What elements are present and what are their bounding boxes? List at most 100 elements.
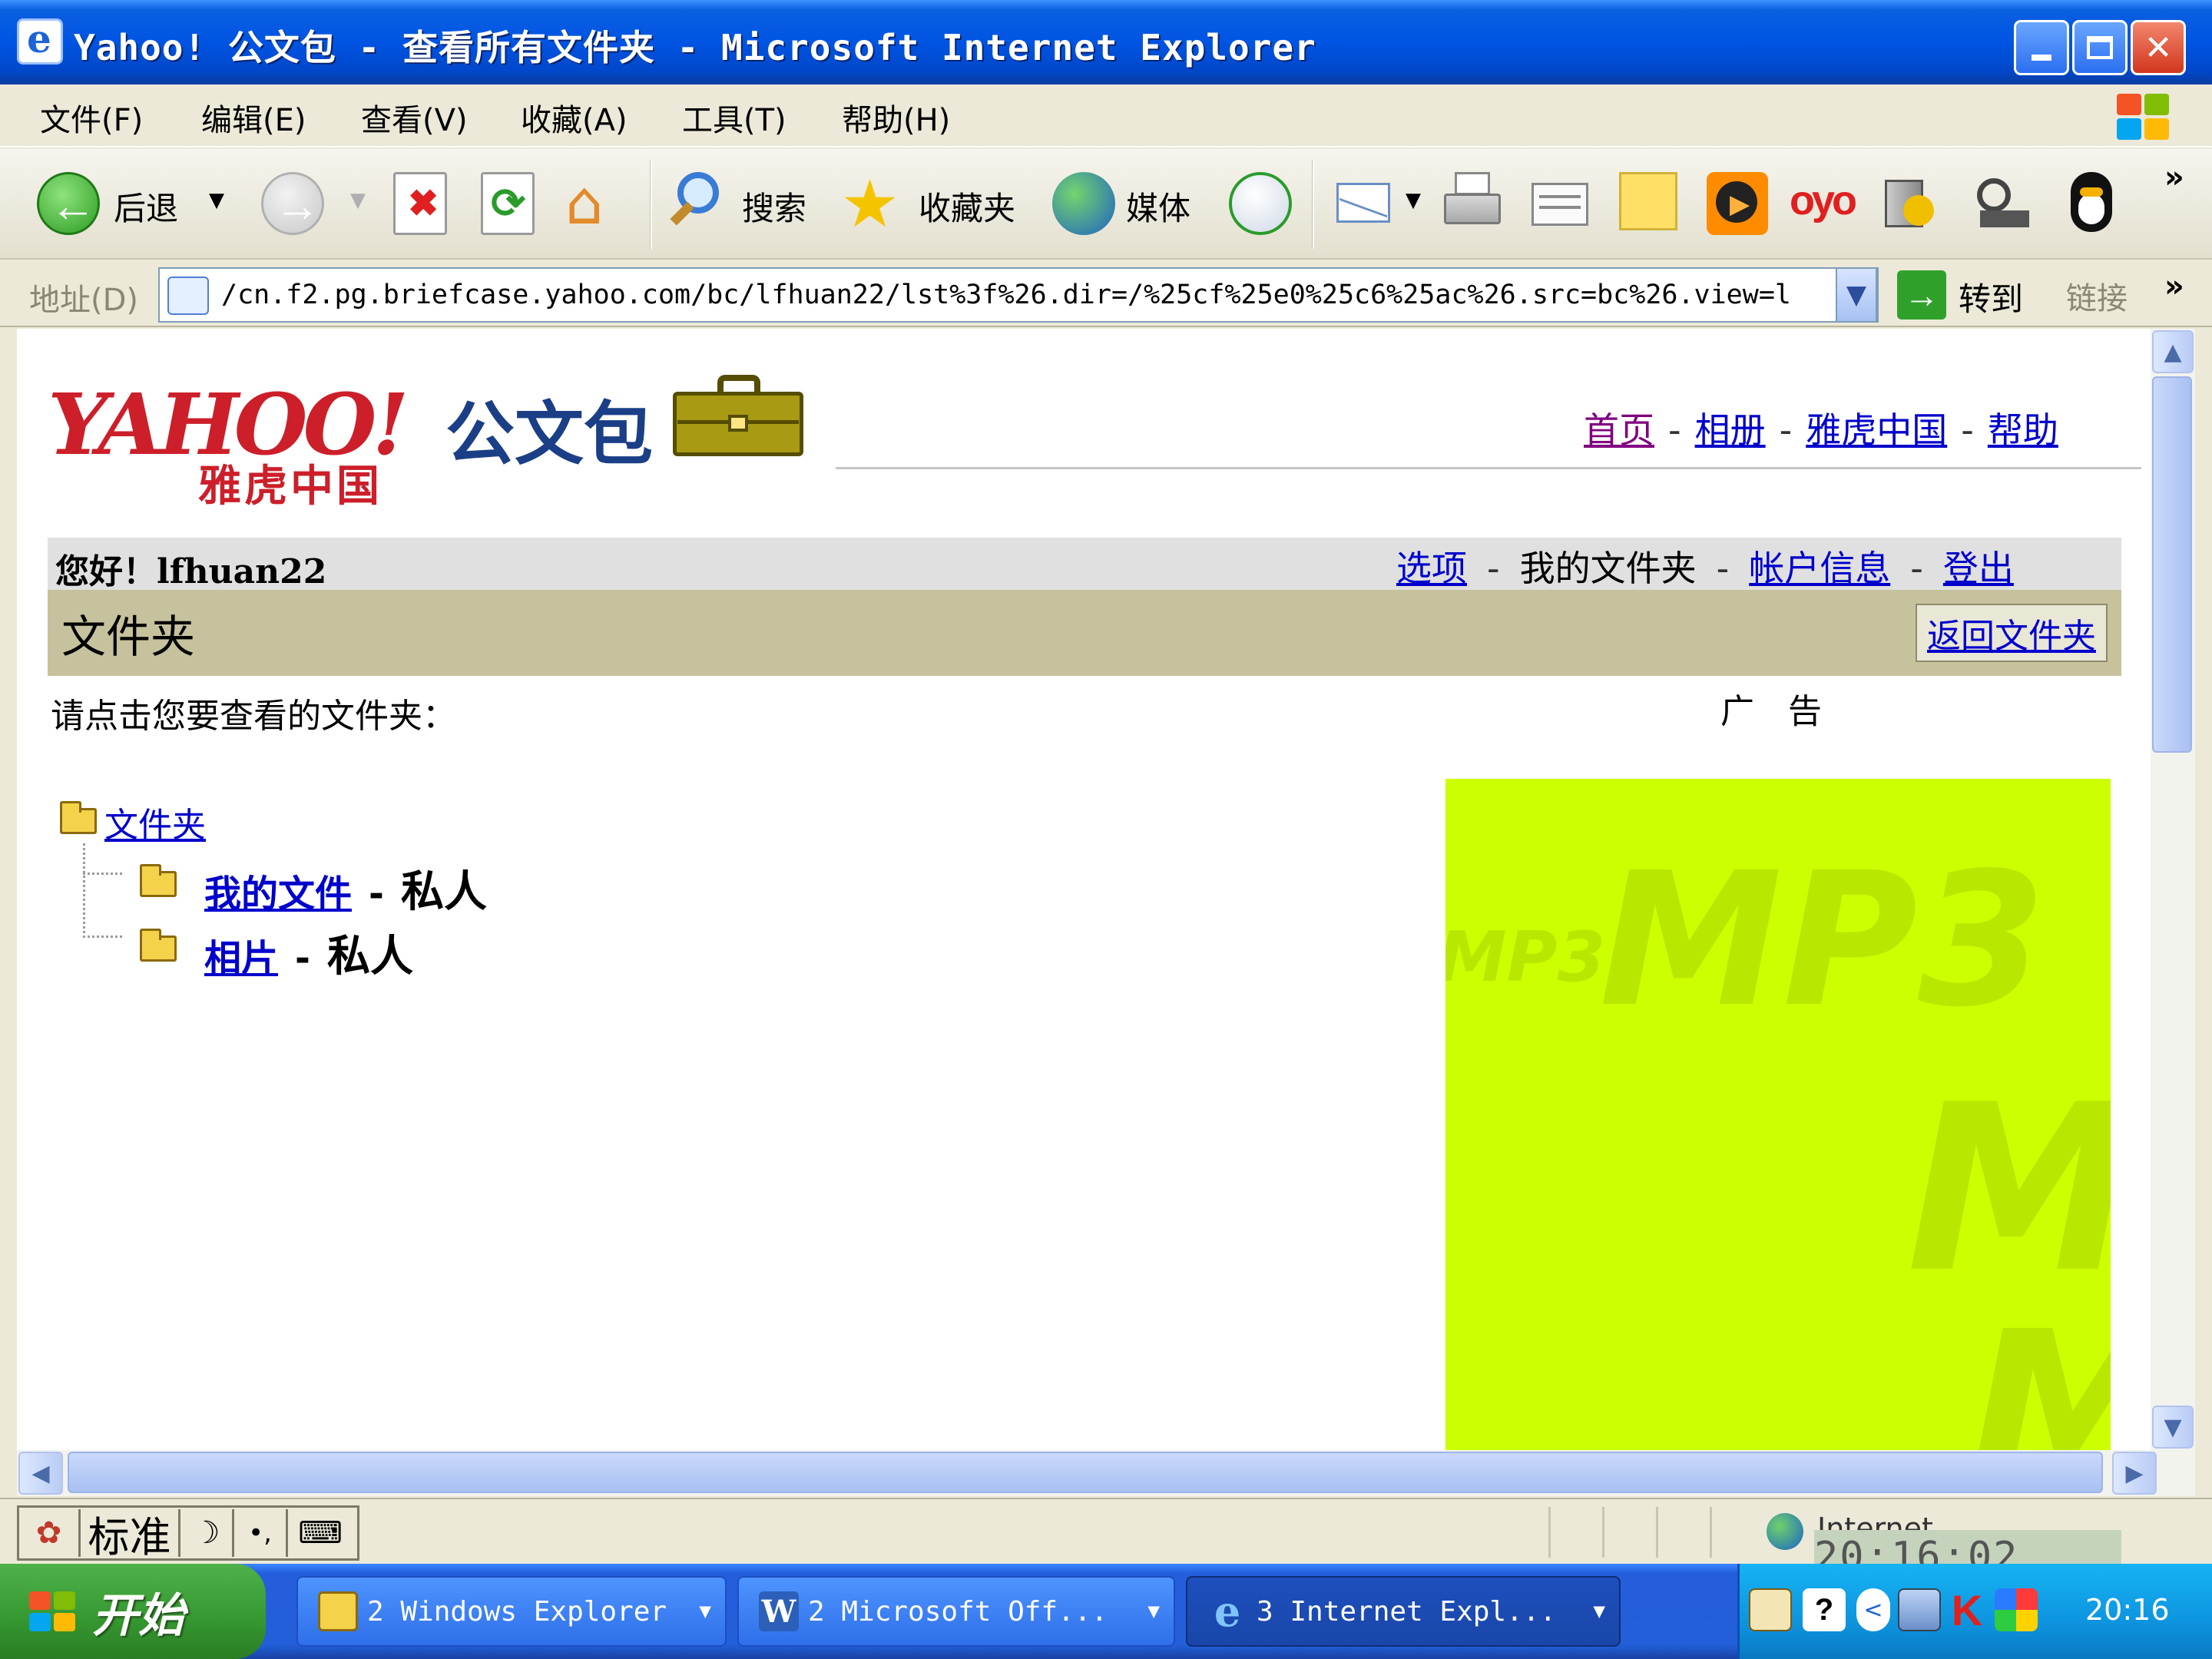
nav-photos-link[interactable]: 相册	[1695, 409, 1766, 451]
nav-help-link[interactable]: 帮助	[1988, 409, 2058, 451]
start-button[interactable]: 开始	[0, 1564, 266, 1659]
close-button[interactable]: ✕	[2131, 20, 2186, 75]
back-label[interactable]: 后退	[114, 183, 178, 230]
nav-home-link[interactable]: 首页	[1584, 409, 1654, 451]
ime-punctuation-icon[interactable]: •,	[234, 1509, 288, 1557]
edit-icon[interactable]	[1528, 172, 1591, 235]
minimize-button[interactable]	[2014, 20, 2069, 75]
network-icon[interactable]	[1898, 1588, 1941, 1631]
status-divider	[1710, 1507, 1712, 1558]
task-dropdown-icon[interactable]: ▼	[1147, 1600, 1160, 1623]
stop-button[interactable]: ✖	[393, 172, 447, 235]
home-button[interactable]: ⌂	[565, 169, 628, 238]
show-hidden-icons-icon[interactable]: <	[1856, 1588, 1890, 1631]
ime-tray-icon[interactable]	[1749, 1588, 1792, 1631]
back-button[interactable]: ←	[37, 172, 100, 235]
ime-mode[interactable]: 标准	[81, 1509, 180, 1561]
history-icon[interactable]	[1229, 172, 1292, 235]
task-internet-explorer[interactable]: e 3 Internet Expl... ▼	[1186, 1576, 1621, 1647]
go-button[interactable]: 转到	[1959, 273, 2023, 320]
go-arrow-icon[interactable]: →	[1897, 270, 1946, 320]
vertical-scroll-thumb[interactable]	[2152, 376, 2192, 753]
ime-moon-icon[interactable]: ☽	[180, 1509, 234, 1557]
tool-icon[interactable]	[1877, 172, 1940, 235]
refresh-button[interactable]: ⟳	[481, 172, 535, 235]
help-icon[interactable]: ?	[1803, 1588, 1846, 1631]
favorites-star-icon[interactable]: ★	[840, 166, 903, 243]
page-viewport[interactable]: YAHOO! 雅虎中国 公文包 首页 - 相册 - 雅虎中国 - 帮助 您好！lfhuan2…	[17, 329, 2151, 1450]
scroll-right-icon[interactable]: ▶	[2112, 1452, 2157, 1495]
scroll-down-icon[interactable]: ▼	[2152, 1406, 2194, 1449]
search-label[interactable]: 搜索	[742, 183, 806, 230]
folder-photos-link[interactable]: 相片	[204, 937, 278, 980]
top-navigation: 首页 - 相册 - 雅虎中国 - 帮助	[1584, 402, 2058, 453]
scroll-up-icon[interactable]: ▲	[2152, 330, 2194, 373]
folder-icon[interactable]	[140, 929, 177, 962]
media-player-icon[interactable]: ▶	[1707, 172, 1768, 235]
maximize-button[interactable]	[2072, 20, 2128, 75]
folder-access: 私人	[400, 866, 487, 917]
window-title: Yahoo! 公文包 - 查看所有文件夹 - Microsoft Interne…	[74, 27, 1316, 68]
task-windows-explorer[interactable]: 2 Windows Explorer ▼	[296, 1576, 727, 1647]
media-globe-icon[interactable]	[1052, 172, 1115, 235]
address-dropdown-icon[interactable]: ▼	[1836, 267, 1877, 323]
menu-view[interactable]: 查看(V)	[361, 95, 468, 140]
ime-toolbar[interactable]: ✿ 标准 ☽ •, ⌨	[17, 1505, 359, 1561]
qq-penguin-icon[interactable]	[2060, 172, 2123, 235]
ie-icon[interactable]	[17, 16, 63, 65]
print-icon[interactable]	[1441, 172, 1504, 235]
back-dropdown-icon[interactable]: ▼	[209, 189, 224, 212]
vertical-scrollbar[interactable]: ▲ ▼	[2151, 329, 2195, 1450]
horizontal-scrollbar[interactable]: ◀ ▶	[17, 1450, 2195, 1496]
menu-help[interactable]: 帮助(H)	[842, 95, 950, 140]
options-link[interactable]: 选项	[1396, 548, 1467, 589]
antivirus-k-icon[interactable]: K	[1945, 1586, 1988, 1634]
scroll-left-icon[interactable]: ◀	[18, 1452, 63, 1495]
mail-dropdown-icon[interactable]: ▼	[1406, 189, 1421, 212]
media-label[interactable]: 媒体	[1126, 183, 1190, 230]
folder-icon	[318, 1591, 358, 1631]
ime-logo-icon[interactable]: ✿	[19, 1509, 81, 1557]
task-microsoft-office[interactable]: W 2 Microsoft Off... ▼	[737, 1576, 1175, 1647]
address-url[interactable]: /cn.f2.pg.briefcase.yahoo.com/bc/lfhuan2…	[221, 280, 1826, 310]
ime-keyboard-icon[interactable]: ⌨	[288, 1509, 353, 1557]
folder-my-files-link[interactable]: 我的文件	[204, 873, 352, 916]
task-dropdown-icon[interactable]: ▼	[699, 1600, 711, 1623]
tree-divider: -	[295, 937, 310, 980]
menu-edit[interactable]: 编辑(E)	[201, 95, 306, 140]
account-info-link[interactable]: 帐户信息	[1749, 548, 1890, 589]
folder-icon[interactable]	[60, 801, 97, 834]
folder-icon[interactable]	[140, 864, 177, 897]
forward-dropdown-icon[interactable]: ▼	[350, 189, 366, 212]
task-dropdown-icon[interactable]: ▼	[1593, 1600, 1605, 1623]
back-to-folders-button[interactable]: 返回文件夹	[1916, 604, 2108, 662]
taskbar-clock[interactable]: 20:16	[2085, 1593, 2170, 1627]
title-bar[interactable]: Yahoo! 公文包 - 查看所有文件夹 - Microsoft Interne…	[0, 0, 2212, 84]
advertisement-banner[interactable]: MP3 MP3 MP3 MP3	[1445, 779, 2111, 1450]
toolbar-overflow-icon[interactable]: »	[2164, 160, 2184, 195]
address-input[interactable]: /cn.f2.pg.briefcase.yahoo.com/bc/lfhuan2…	[158, 267, 1879, 323]
folder-access: 私人	[326, 931, 413, 982]
nav-yahoo-china-link[interactable]: 雅虎中国	[1806, 409, 1947, 451]
logout-link[interactable]: 登出	[1943, 548, 2014, 589]
search-icon[interactable]	[667, 172, 730, 235]
ad-watermark: MP3	[1445, 917, 1606, 998]
forward-button[interactable]: →	[261, 172, 324, 235]
media-tray-icon[interactable]	[1995, 1588, 2038, 1631]
back-to-folders-link[interactable]: 返回文件夹	[1927, 608, 2096, 657]
menu-favorites[interactable]: 收藏(A)	[521, 95, 628, 140]
note-icon[interactable]	[1619, 172, 1677, 230]
oyo-icon[interactable]: oyo	[1790, 177, 1857, 240]
favorites-label[interactable]: 收藏夹	[919, 183, 1015, 230]
header-divider	[836, 467, 2141, 469]
research-icon[interactable]	[1971, 172, 2034, 235]
horizontal-scroll-thumb[interactable]	[68, 1452, 2103, 1493]
mail-icon[interactable]	[1333, 169, 1396, 235]
ad-watermark: MP3	[1599, 833, 2046, 1048]
links-button[interactable]: 链接	[2066, 273, 2128, 318]
menu-tools[interactable]: 工具(T)	[682, 95, 786, 140]
links-overflow-icon[interactable]: »	[2164, 269, 2184, 304]
tree-root-link[interactable]: 文件夹	[104, 797, 206, 846]
menu-file[interactable]: 文件(F)	[40, 95, 143, 140]
greeting-text: 您好！lfhuan22	[55, 552, 327, 591]
